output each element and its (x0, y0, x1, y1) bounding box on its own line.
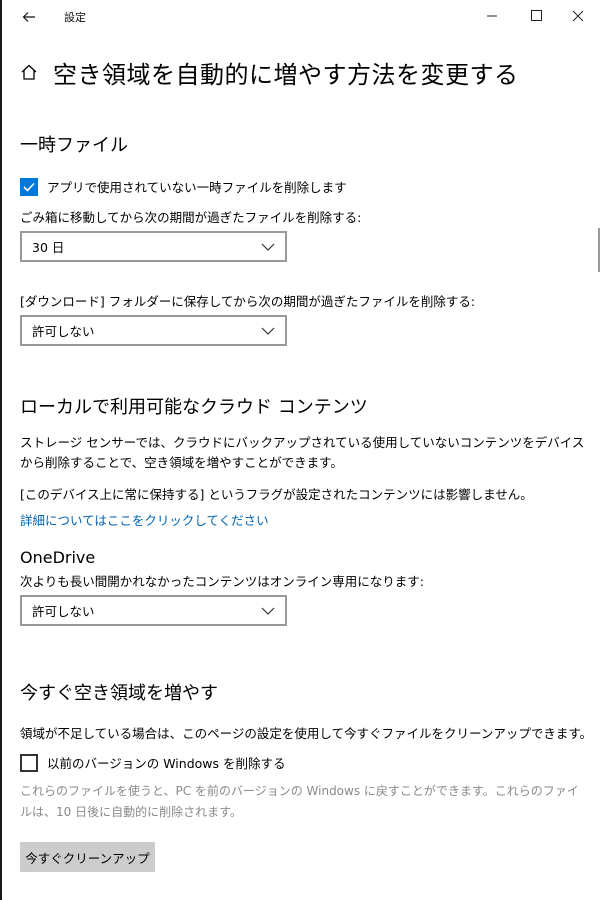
chevron-down-icon (261, 607, 275, 615)
cloud-content-description: ストレージ センサーでは、クラウドにバックアップされている使用していないコンテン… (20, 435, 585, 470)
maximize-button[interactable] (514, 4, 558, 28)
page-title: 空き領域を自動的に増やす方法を変更する (53, 60, 519, 89)
page-header: 空き領域を自動的に増やす方法を変更する (20, 56, 519, 89)
learn-more-link[interactable]: 詳細についてはここをクリックしてください (20, 510, 269, 529)
checkbox-label: アプリで使用されていない一時ファイルを削除します (47, 180, 347, 195)
free-space-now-heading: 今すぐ空き領域を増やす (20, 683, 218, 704)
cloud-content-note: [このデバイス上に常に保持する] というフラグが設定されたコンテンツには影響しま… (20, 487, 533, 502)
checkbox-unchecked-icon[interactable] (20, 753, 38, 772)
cloud-content-heading: ローカルで利用可能なクラウド コンテンツ (20, 397, 368, 418)
dropdown-value: 30 日 (32, 240, 65, 255)
dropdown-value: 許可しない (32, 604, 95, 619)
window-left-border (0, 0, 2, 900)
recycle-bin-dropdown[interactable]: 30 日 (20, 231, 287, 262)
dropdown-value: 許可しない (32, 324, 95, 339)
onedrive-label: 次よりも長い間開かれなかったコンテンツはオンライン専用になります: (20, 574, 424, 589)
free-space-description: 領域が不足している場合は、このページの設定を使用して今すぐファイルをクリーンアッ… (20, 726, 593, 741)
onedrive-heading: OneDrive (20, 548, 96, 567)
downloads-dropdown[interactable]: 許可しない (20, 315, 287, 346)
checkbox-label: 以前のバージョンの Windows を削除する (47, 756, 286, 771)
delete-unused-temp-files-checkbox[interactable]: アプリで使用されていない一時ファイルを削除します (20, 177, 347, 196)
temp-files-heading: 一時ファイル (20, 135, 128, 156)
downloads-label: [ダウンロード] フォルダーに保存してから次の期間が過ぎたファイルを削除する: (20, 294, 476, 309)
back-arrow-icon[interactable] (18, 6, 40, 28)
onedrive-dropdown[interactable]: 許可しない (20, 595, 287, 626)
previous-windows-note: これらのファイルを使うと、PC を前のバージョンの Windows に戻すことが… (20, 784, 579, 819)
checkbox-checked-icon[interactable] (20, 177, 38, 196)
chevron-down-icon (261, 243, 275, 251)
chevron-down-icon (261, 327, 275, 335)
close-button[interactable] (556, 4, 600, 28)
recycle-bin-label: ごみ箱に移動してから次の期間が過ぎたファイルを削除する: (20, 210, 362, 225)
delete-previous-windows-checkbox[interactable]: 以前のバージョンの Windows を削除する (20, 753, 286, 772)
clean-now-button[interactable]: 今すぐクリーンアップ (20, 842, 155, 872)
minimize-button[interactable] (470, 4, 514, 28)
app-title: 設定 (64, 11, 86, 24)
title-bar: 設定 (0, 0, 600, 32)
home-icon[interactable] (20, 63, 38, 81)
